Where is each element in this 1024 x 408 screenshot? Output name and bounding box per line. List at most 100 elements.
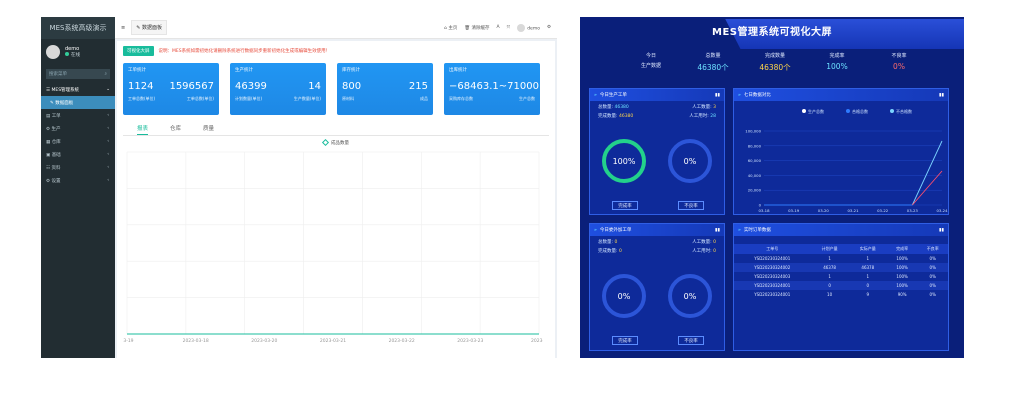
- sidebar-item-basic[interactable]: ▣ 基础 ‹: [41, 148, 115, 161]
- dashboard-title: MES管理系统可视化大屏: [712, 27, 832, 38]
- stat-card-workorder: 工单统计 1124 1596567 工单总数(单位) 工单总数(单位): [123, 63, 219, 115]
- legend-dot: [802, 109, 806, 113]
- settings-icon[interactable]: ⚙: [547, 25, 551, 30]
- sidebar-item-settings[interactable]: ⚙ 设置 ‹: [41, 174, 115, 187]
- table-row: YSD20230324001 0 0 100% 0%: [734, 281, 948, 290]
- sidebar: MES系统高级演示 demo 在线 搜索菜单 ⌕ ☰ MES管理系统 ⌄ ✎ 数据面…: [41, 17, 115, 358]
- kpi-rate: 完成率 100%: [826, 53, 848, 71]
- clear-cache-link[interactable]: 🗑 清除缓存: [464, 25, 489, 31]
- panel-trend: » 七日数据对比 ▮▮ 生产总数 合格总数 不合格数 100,000 80,000 60,00…: [733, 88, 949, 215]
- menu-toggle-icon[interactable]: ≡: [121, 25, 125, 31]
- legend-label: 生产总数: [808, 108, 824, 114]
- chevron-down-icon: ⌄: [106, 87, 110, 92]
- kpi-done: 完成数量 46380个: [759, 53, 791, 72]
- x-tick-label: 2023-03-23: [457, 338, 483, 344]
- table-row: YSD20230324001 1 1 100% 0%: [754, 256, 936, 261]
- series-line-defect: [911, 170, 943, 206]
- notice-bar: 可视化大屏 说明：MES系统如需初始化请删除系统进行数据同步重新初始化生成或编辑…: [123, 45, 549, 57]
- main-area: ≡ ✎ 数据面板 ⌂ 主页 🗑 清除缓存 A ⤧ demo ⚙ 可视化大屏 说明…: [115, 17, 557, 358]
- content-panel: 可视化大屏 说明：MES系统如需初始化请删除系统进行数据同步重新初始化生成或编辑…: [117, 41, 555, 358]
- visual-screen-button[interactable]: 可视化大屏: [123, 46, 154, 56]
- y-tick-label: 100,000: [745, 129, 761, 134]
- admin-chart-svg: 03-19 2023-03-18 2023-03-20 2023-03-21 2023-…: [120, 151, 547, 344]
- dashboard-screenshot: MES管理系统可视化大屏 今日 生产数据 总数量 46380个 完成数量 46380个…: [580, 17, 964, 358]
- kpi-today: 今日 生产数据: [640, 53, 661, 69]
- y-tick-label: 20,000: [748, 188, 762, 193]
- notice-text: 说明：MES系统如需初始化请删除系统进行数据同步重新初始化生成或编辑生效使用！: [158, 49, 331, 54]
- trend-chart-svg: 生产总数 合格总数 不合格数 100,000 80,000 60,000 40,000 20,…: [745, 108, 948, 213]
- user-menu[interactable]: demo: [517, 23, 540, 32]
- legend-dot: [890, 109, 894, 113]
- kpi-total: 总数量 46380个: [697, 53, 729, 72]
- x-tick-label: 2023-03-18: [183, 338, 209, 344]
- completion-button[interactable]: 完成率: [612, 201, 638, 210]
- outsource-completion-ring: 0%: [602, 274, 646, 318]
- sidebar-item-workorder[interactable]: ▤ 工单 ‹: [41, 109, 115, 122]
- defect-ring: 0%: [668, 139, 712, 183]
- table-header: 工单号 计划产量 实际产量 完成率 不良率: [734, 244, 948, 254]
- y-tick-label: 60,000: [748, 158, 762, 163]
- x-tick-label: 03-19: [788, 208, 800, 213]
- outsource-defect-ring: 0%: [668, 274, 712, 318]
- tab-quality[interactable]: 质量: [203, 124, 214, 135]
- x-tick-label: 2023-0: [531, 338, 543, 344]
- legend-label: 合格总数: [852, 108, 868, 114]
- y-tick-label: 0: [759, 203, 762, 208]
- fullscreen-icon[interactable]: ⤧: [507, 25, 511, 31]
- legend-label: 不合格数: [896, 108, 912, 114]
- admin-screenshot: MES系统高级演示 demo 在线 搜索菜单 ⌕ ☰ MES管理系统 ⌄ ✎ 数据面…: [41, 17, 557, 358]
- x-tick-label: 03-22: [877, 208, 889, 213]
- y-tick-label: 80,000: [748, 143, 762, 148]
- x-tick-label: 03-24: [936, 208, 948, 213]
- completion-ring: 100%: [602, 139, 646, 183]
- series-line-total: [911, 140, 943, 206]
- avatar-small: [517, 23, 526, 32]
- sidebar-item-data[interactable]: ☷ 资料 ‹: [41, 161, 115, 174]
- x-tick-label: 2023-03-22: [389, 338, 415, 344]
- panel-outsource-work: » 今日委外加工单 ▮▮ 总数量: 0 人工数量: 0 完成数量: 0 人工用时: 0 …: [589, 223, 725, 351]
- outsource-completion-button[interactable]: 完成率: [612, 336, 638, 345]
- table-row: YSD20230324002 46378 46378 100% 0%: [734, 263, 948, 272]
- user-panel: demo 在线: [41, 39, 115, 65]
- tab-dashboard[interactable]: ✎ 数据面板: [131, 20, 167, 35]
- tab-report[interactable]: 报表: [137, 124, 149, 135]
- stat-card-outbound: 出库统计 −68463.1 ~71000 采购库存总数 生产总数: [444, 63, 540, 115]
- chart-tabs: 报表 仓库 质量: [123, 124, 549, 136]
- nav-group[interactable]: ☰ MES管理系统 ⌄: [41, 83, 115, 96]
- x-tick-label: 03-21: [847, 208, 859, 213]
- kpi-row: 今日 生产数据 总数量 46380个 完成数量 46380个 完成率 100% 不良率 0…: [620, 52, 964, 73]
- topbar: ≡ ✎ 数据面板 ⌂ 主页 🗑 清除缓存 A ⤧ demo ⚙: [115, 17, 557, 39]
- stat-card-stock: 库存统计 800 215 原材料 成品: [337, 63, 433, 115]
- defect-button[interactable]: 不良率: [678, 201, 704, 210]
- outsource-defect-button[interactable]: 不良率: [678, 336, 704, 345]
- translate-icon[interactable]: A: [496, 25, 499, 30]
- app-title: MES系统高级演示: [41, 17, 115, 39]
- stat-cards: 工单统计 1124 1596567 工单总数(单位) 工单总数(单位) 生产统计 4…: [123, 63, 549, 115]
- avatar: [46, 45, 60, 59]
- tab-warehouse[interactable]: 仓库: [170, 124, 181, 135]
- user-status: 在线: [65, 52, 80, 58]
- search-icon: ⌕: [104, 72, 107, 77]
- legend-dot: [846, 109, 850, 113]
- admin-line-chart: 成品数量 03-192023-03-182023-03-202023-03-21…: [120, 138, 549, 350]
- x-tick-label: 03-23: [907, 208, 919, 213]
- stat-card-production: 生产统计 46399 14 计划数量(单位) 生产数量(单位): [230, 63, 326, 115]
- x-tick-label: 03-20: [818, 208, 830, 213]
- sidebar-item-warehouse[interactable]: ▦ 仓库 ‹: [41, 135, 115, 148]
- online-dot-icon: [65, 52, 69, 56]
- x-tick-label: 03-18: [758, 208, 770, 213]
- x-tick-label: 03-19: [123, 338, 134, 344]
- table-row: YSD20230324001 10 9 90% 0%: [754, 292, 936, 297]
- home-link[interactable]: ⌂ 主页: [444, 25, 457, 31]
- sidebar-item-production[interactable]: ⚙ 生产 ‹: [41, 122, 115, 135]
- sidebar-item-dashboard[interactable]: ✎ 数据面板: [41, 96, 115, 109]
- kpi-defect: 不良率 0%: [891, 53, 907, 71]
- orders-table: 工单号 计划产量 实际产量 完成率 不良率 YSD20230324001 1 1 100% 0%…: [734, 244, 948, 299]
- search-input[interactable]: 搜索菜单 ⌕: [46, 69, 110, 79]
- y-tick-label: 40,000: [748, 173, 762, 178]
- table-row: YSD20230324003 1 1 100% 0%: [754, 274, 936, 279]
- x-tick-label: 2023-03-20: [251, 338, 277, 344]
- panel-today-work: » 今日生产工单 ▮▮ 总数量: 46380 人工数量: 3 完成数量: 46380 人…: [589, 88, 725, 215]
- x-tick-label: 2023-03-21: [320, 338, 346, 344]
- panel-orders: » 实时订单数据 ▮▮ 工单号 计划产量 实际产量 完成率 不良率 YSD202303240…: [733, 223, 949, 351]
